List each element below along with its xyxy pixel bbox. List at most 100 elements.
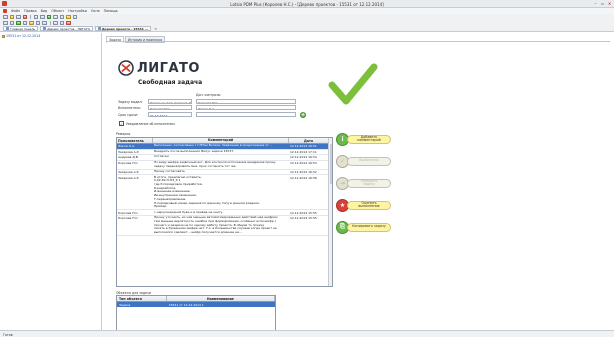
tab-label: Дерево проекта - 15531 ... bbox=[102, 26, 149, 31]
menu-object[interactable]: Объект bbox=[51, 9, 64, 13]
filter-icon[interactable] bbox=[53, 20, 58, 26]
remark-date-cell: 12.12.2014 16:52 bbox=[290, 170, 317, 175]
action-label: Копировать задачу bbox=[347, 222, 391, 232]
menu-file[interactable]: Файл bbox=[11, 9, 20, 13]
menu-windows[interactable]: Окна bbox=[91, 9, 100, 13]
panel-icon bbox=[6, 27, 9, 30]
close-tab-icon[interactable]: × bbox=[154, 27, 157, 31]
table-row[interactable]: Королев Н.С. Прошу уточнить, из чем меньш… bbox=[117, 216, 332, 236]
due-date-field[interactable]: 01.12.2014 bbox=[148, 112, 192, 117]
control-field-2[interactable]: Фисов О.А. bbox=[196, 105, 296, 110]
document-icon[interactable] bbox=[29, 20, 34, 26]
left-tree-panel: 15531 от 12.12.2014 bbox=[0, 33, 102, 330]
menu-settings[interactable]: Настройки bbox=[68, 9, 87, 13]
column-header-object-type[interactable]: Тип объекта bbox=[117, 296, 167, 301]
remark-user-cell: Андреев Д.В. bbox=[118, 155, 139, 160]
delete-icon[interactable] bbox=[22, 14, 27, 20]
refresh-icon[interactable] bbox=[46, 14, 51, 20]
remark-user-cell: Королев Н.С. bbox=[118, 210, 139, 215]
column-header-user[interactable]: Пользователь bbox=[117, 138, 153, 143]
add-comment-button[interactable]: i Добавить комментарий bbox=[336, 129, 398, 149]
menu-edit[interactable]: Правка bbox=[24, 9, 37, 13]
copy-task-button[interactable]: ⎘ Копировать задачу bbox=[336, 217, 398, 237]
remark-user-cell: Королев Н.С. bbox=[118, 216, 139, 221]
task-icon bbox=[2, 34, 5, 38]
tab-projects-tree-ligato[interactable]: Дерево проектов - ЛИГАТО bbox=[40, 26, 93, 31]
tree-icon bbox=[98, 27, 101, 30]
remark-comment-cell: Выполнено. Согласовано с ГЛПом Волков. З… bbox=[154, 144, 272, 148]
column-header-comment[interactable]: Комментарий bbox=[153, 138, 289, 143]
add-control-button[interactable]: + bbox=[300, 111, 306, 118]
additional-control-label: Доп. контроль: bbox=[196, 93, 222, 97]
column-header-name[interactable]: Наименование bbox=[167, 296, 275, 301]
tab-main-panel[interactable]: Главная панель bbox=[3, 26, 39, 31]
control-field-3[interactable] bbox=[196, 112, 296, 117]
menu-help[interactable]: Помощь bbox=[104, 9, 118, 13]
executor-field[interactable]: Королев Н.С. bbox=[148, 105, 192, 110]
remark-user-cell: Королев Н.С. bbox=[118, 161, 139, 166]
new-icon[interactable] bbox=[3, 14, 8, 20]
forward-icon[interactable] bbox=[9, 20, 14, 26]
view-icon[interactable] bbox=[59, 20, 64, 26]
tab-label: Дерево проектов - ЛИГАТО bbox=[47, 26, 90, 31]
remark-date-cell: 12.12.2014 15:55 bbox=[290, 216, 317, 221]
remark-user-cell: Захарова А.Р. bbox=[118, 170, 140, 175]
tab-project-tree-15531[interactable]: Дерево проекта - 15531 ... bbox=[95, 26, 152, 31]
author-field[interactable]: Задачу выдал: Андреев Д.В. bbox=[148, 99, 192, 104]
menu-view[interactable]: Вид bbox=[41, 9, 48, 13]
remark-user-cell: Захарова А.Р. bbox=[118, 149, 140, 154]
remark-comment-cell: с нерухнодорной буве и в привед на книгу… bbox=[154, 210, 224, 214]
remark-comment-cell: Согласен bbox=[154, 155, 169, 159]
scrollbar-thumb[interactable] bbox=[329, 144, 332, 184]
remark-comment-cell: По виду шифра заявочный акт. Для контрол… bbox=[154, 160, 276, 168]
system-menu-icon[interactable] bbox=[3, 9, 7, 13]
task-main-panel: Задача История и подписка ЛИГАТО Свободн… bbox=[102, 33, 614, 333]
control-field-1[interactable]: Королев Н.С. bbox=[196, 99, 296, 104]
maximize-button[interactable]: ▫ bbox=[600, 1, 605, 6]
add-icon[interactable] bbox=[16, 20, 21, 26]
remark-date-cell: 12.12.2014 17:11 bbox=[290, 149, 317, 154]
save-icon[interactable] bbox=[16, 14, 21, 20]
link-icon[interactable] bbox=[22, 20, 27, 26]
remarks-label: Ремарки bbox=[116, 132, 131, 136]
tree-item-task[interactable]: 15531 от 12.12.2014 bbox=[0, 33, 101, 39]
remark-date-cell: 12.12.2014 16:54 bbox=[290, 155, 317, 160]
done-button[interactable]: ✓ Выполнено bbox=[336, 151, 398, 171]
tab-label: Главная панель bbox=[10, 26, 36, 31]
objects-table: Тип объекта Наименование Задача 15531 от… bbox=[116, 295, 276, 333]
open-folder-icon[interactable] bbox=[9, 14, 14, 20]
minimize-button[interactable]: – bbox=[593, 1, 598, 6]
back-icon[interactable] bbox=[3, 20, 8, 26]
document-tabs: Главная панель Дерево проектов - ЛИГАТО … bbox=[0, 26, 614, 32]
remark-comment-cell: Прошу согласовать bbox=[154, 169, 185, 174]
folder-icon[interactable] bbox=[66, 14, 71, 20]
toolbar-separator bbox=[49, 21, 50, 25]
ligato-logo-icon bbox=[118, 60, 134, 76]
settings-icon[interactable] bbox=[72, 14, 77, 20]
remarks-scrollbar[interactable] bbox=[328, 138, 332, 286]
paste-icon[interactable] bbox=[42, 20, 47, 26]
rate-execution-button[interactable]: ★ Оценить выполнение bbox=[336, 195, 398, 215]
notify-checkbox[interactable] bbox=[119, 121, 124, 126]
filter-icon[interactable] bbox=[59, 14, 64, 20]
tab-task[interactable]: Задача bbox=[106, 36, 124, 43]
remark-user-cell: Фисов О.А. bbox=[118, 144, 136, 149]
table-row[interactable]: Задача 15531 от 12.12.2014 1 bbox=[117, 302, 275, 307]
tab-divider bbox=[106, 41, 610, 42]
window-titlebar: Lotsia PDM Plus (Королев Н.С.) - [Дерево… bbox=[0, 0, 614, 8]
action-label: Добавить комментарий bbox=[347, 134, 391, 144]
transfer-task-button[interactable]: → Передать задачу bbox=[336, 173, 398, 193]
close-doc-icon[interactable] bbox=[66, 20, 71, 26]
column-header-date[interactable]: Дата bbox=[289, 138, 329, 143]
print-icon[interactable] bbox=[33, 14, 38, 20]
search-icon[interactable] bbox=[53, 14, 58, 20]
executor-label: Исполнитель: bbox=[118, 106, 142, 110]
copy-icon[interactable] bbox=[35, 20, 40, 26]
tree-icon bbox=[43, 27, 47, 30]
properties-icon[interactable] bbox=[40, 14, 45, 20]
table-row[interactable]: Захарова А.Р. В итоге, предлагаю оставить… bbox=[117, 175, 332, 211]
table-row[interactable]: Королев Н.С. По виду шифра заявочный акт.… bbox=[117, 161, 332, 170]
tab-history-subscription[interactable]: История и подписка bbox=[125, 36, 166, 43]
remark-date-cell: 12.12.2014 15:55 bbox=[290, 210, 317, 215]
close-button[interactable]: ✕ bbox=[607, 1, 612, 6]
